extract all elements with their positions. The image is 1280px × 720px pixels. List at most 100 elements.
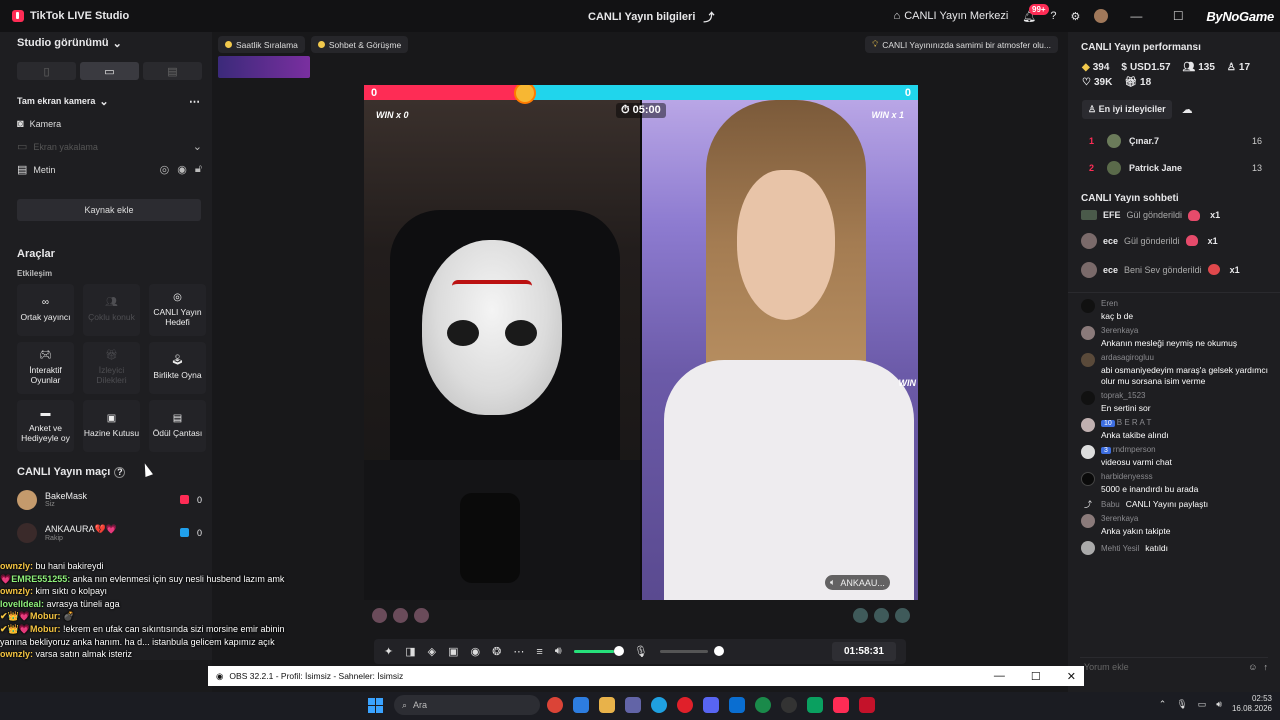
tiktok-logo-icon: [12, 10, 24, 22]
match-row-opponent: ANKAAURA💔💗 Rakip 0: [0, 516, 212, 549]
tool-interactive-games[interactable]: 🎮︎ İnteraktif Oyunlar: [17, 342, 74, 394]
gifter-avatar[interactable]: [393, 608, 408, 623]
display-icon[interactable]: ▭: [1198, 699, 1207, 710]
source-camera[interactable]: ◙ Kamera: [17, 112, 202, 135]
source-text[interactable]: ▤ Metin ◎ ◉ 🔓︎: [17, 158, 202, 181]
taskbar-apps: [547, 697, 875, 713]
app-icon[interactable]: [807, 697, 823, 713]
edge-icon[interactable]: [651, 697, 667, 713]
help-icon[interactable]: ?: [1050, 10, 1056, 22]
tool-treasure-box[interactable]: ▣ Hazine Kutusu: [83, 400, 140, 452]
top-viewer-row[interactable]: 1 Çınar.7 16: [1068, 127, 1280, 154]
top-viewer-row[interactable]: 2 Patrick Jane 13: [1068, 154, 1280, 181]
minimize-button[interactable]: —: [1122, 9, 1150, 23]
gifter-avatar[interactable]: [372, 608, 387, 623]
lock-icon[interactable]: 🔓︎: [195, 163, 202, 176]
teams-icon[interactable]: [625, 697, 641, 713]
folder-icon[interactable]: [599, 697, 615, 713]
obs-window-titlebar[interactable]: ◉ OBS 32.2.1 - Profil: İsimsiz - Sahnele…: [208, 666, 1084, 686]
sliders-icon[interactable]: ≡: [536, 646, 542, 658]
tool-play-together[interactable]: 🕹︎ Birlikte Oyna: [149, 342, 206, 394]
more-icon[interactable]: ⋯: [189, 95, 200, 108]
comment-input[interactable]: Yorum ekle ☺ ↑: [1080, 657, 1268, 675]
target-icon[interactable]: ◎: [160, 163, 170, 176]
cloud-icon[interactable]: ☁: [1182, 103, 1193, 116]
overlay-chat-line: 💗EMRE551255: anka nın evlenmesi için suy…: [0, 573, 300, 586]
close-button[interactable]: ✕: [1067, 670, 1076, 683]
scene-dropdown[interactable]: Tam ekran kamera ⌄ ⋯: [17, 90, 202, 112]
gifter-avatar[interactable]: [414, 608, 429, 623]
tool-live-goal[interactable]: ◎ CANLI Yayın Hedefi: [149, 284, 206, 336]
gifter-avatar[interactable]: [874, 608, 889, 623]
chat-user: ardasagirogluu: [1101, 353, 1154, 362]
custom-layout-icon[interactable]: ▤: [143, 62, 202, 80]
help-icon[interactable]: ?: [114, 466, 126, 478]
event-banner[interactable]: [218, 56, 310, 78]
chevron-down-icon: ⌄: [99, 95, 109, 108]
taskbar-search[interactable]: ⌕ Ara: [394, 695, 540, 715]
tool-reward-bag[interactable]: ▤ Ödül Çantası: [149, 400, 206, 452]
gifter-avatar[interactable]: [853, 608, 868, 623]
tool-multi-guest[interactable]: 👥︎ Çoklu konuk: [83, 284, 140, 336]
chevron-up-icon[interactable]: ⌃: [1159, 699, 1167, 710]
studio-view-dropdown[interactable]: Studio görünümü ⌄: [17, 32, 202, 54]
avatar: [1081, 472, 1095, 486]
live-center-button[interactable]: ⌂ CANLI Yayın Merkezi: [894, 10, 1009, 22]
record-icon[interactable]: ◉: [471, 645, 481, 658]
maximize-button[interactable]: ☐: [1031, 670, 1041, 683]
opera-icon[interactable]: [677, 697, 693, 713]
minimize-button[interactable]: —: [994, 670, 1005, 683]
rank-number: 2: [1089, 162, 1095, 173]
tool-poll[interactable]: ▬ Anket ve Hediyeyle oy: [17, 400, 74, 452]
viewer-name: Çınar.7: [1129, 135, 1160, 146]
obs-app-icon[interactable]: [781, 697, 797, 713]
chrome-alt-icon[interactable]: [755, 697, 771, 713]
tool-viewer-wishes[interactable]: 🎁︎ İzleyici Dilekleri: [83, 342, 140, 394]
mic-icon[interactable]: 🎙︎: [1176, 699, 1187, 710]
chip-label: Sohbet & Görüşme: [328, 39, 402, 50]
add-source-button[interactable]: Kaynak ekle: [17, 199, 201, 221]
screen-share-icon[interactable]: ▣: [448, 645, 458, 658]
store-icon[interactable]: [573, 697, 589, 713]
gear-icon[interactable]: ⚙: [1070, 10, 1080, 23]
effects-icon[interactable]: ❂: [492, 645, 501, 658]
youtube-icon[interactable]: [859, 697, 875, 713]
tip-banner[interactable]: 💡︎ CANLI Yayınınızda samimi bir atmosfer …: [865, 36, 1058, 53]
opponent-tag[interactable]: 🔈︎ ANKAAU...: [825, 575, 890, 590]
mic-volume-slider[interactable]: [659, 646, 724, 656]
magic-wand-icon[interactable]: ✦: [384, 645, 393, 658]
source-screen-capture[interactable]: ▭ Ekran yakalama ⌄: [17, 135, 202, 158]
more-icon[interactable]: ⋯: [513, 645, 524, 658]
volume-icon[interactable]: 🔊︎: [1216, 699, 1222, 710]
stream-chat-overlay: ownzly: bu hani bakireydi 💗EMRE551255: a…: [0, 560, 300, 661]
followers-icon: ♙: [1226, 62, 1236, 73]
chat-call-chip[interactable]: Sohbet & Görüşme: [310, 36, 409, 53]
tools-grid: ∞ Ortak yayıncı 👥︎ Çoklu konuk ◎ CANLI Yayı…: [0, 284, 212, 452]
clock[interactable]: 02:53 16.08.2026: [1232, 694, 1272, 714]
hourly-ranking-chip[interactable]: Saatlik Sıralama: [218, 36, 305, 53]
top-viewers-tab[interactable]: ♙ En iyi izleyiciler: [1082, 100, 1172, 119]
ai-icon[interactable]: ◈: [428, 645, 436, 658]
profile-avatar[interactable]: [1094, 9, 1109, 23]
gifter-avatar[interactable]: [895, 608, 910, 623]
windows-start-icon[interactable]: [368, 698, 383, 713]
comment-placeholder: Yorum ekle: [1084, 661, 1129, 672]
portrait-layout-icon[interactable]: ▯: [17, 62, 76, 80]
landscape-layout-icon[interactable]: ▭: [80, 62, 139, 80]
discord-icon[interactable]: [703, 697, 719, 713]
tiktok-icon[interactable]: [833, 697, 849, 713]
chrome-icon[interactable]: [547, 697, 563, 713]
mail-icon[interactable]: [729, 697, 745, 713]
target-icon: ◎: [173, 292, 182, 304]
mic-icon[interactable]: 🎙︎: [634, 645, 648, 658]
camera-switch-icon[interactable]: ◨: [405, 645, 415, 658]
send-icon[interactable]: ↑: [1264, 662, 1269, 672]
speaker-volume-slider[interactable]: [573, 646, 624, 656]
speaker-icon[interactable]: 🔊︎: [555, 645, 562, 658]
maximize-button[interactable]: ☐: [1164, 9, 1192, 23]
live-info-button[interactable]: CANLI Yayın bilgileri ⤴: [588, 9, 714, 25]
tool-co-host[interactable]: ∞ Ortak yayıncı: [17, 284, 74, 336]
gift-count: x1: [1229, 264, 1240, 275]
eye-icon[interactable]: ◉: [177, 163, 187, 176]
emoji-icon[interactable]: ☺: [1248, 662, 1257, 672]
